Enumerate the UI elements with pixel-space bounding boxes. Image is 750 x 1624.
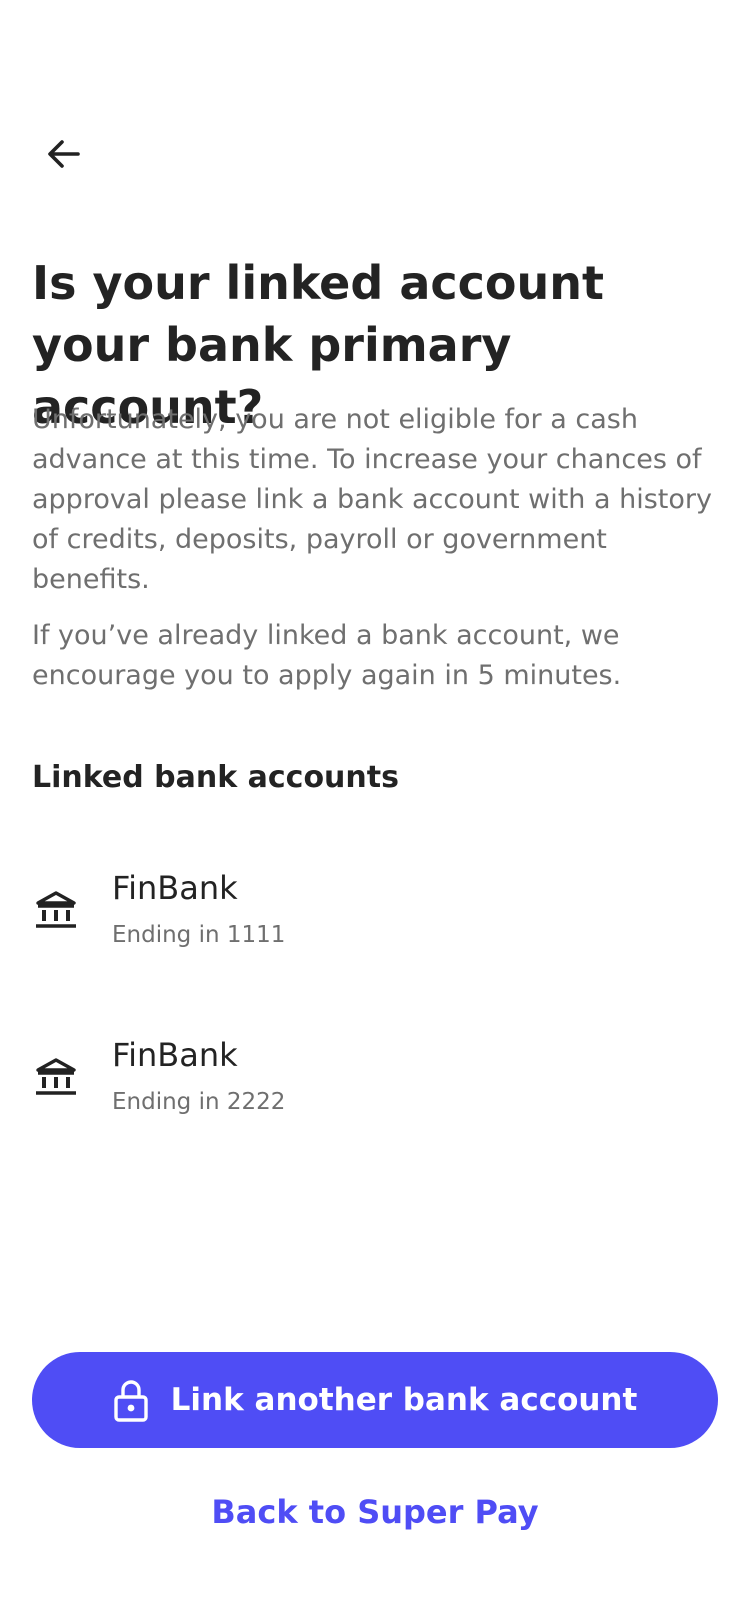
linked-accounts-heading: Linked bank accounts [32,760,399,795]
bank-icon [36,891,76,928]
back-to-super-pay-link[interactable]: Back to Super Pay [0,1490,750,1534]
linked-account-item: FinBank Ending in 1111 [32,868,712,968]
link-another-bank-button[interactable]: Link another bank account [32,1352,718,1448]
ineligible-description: Unfortunately, you are not eligible for … [32,404,712,595]
account-ending-digits: Ending in 1111 [112,922,286,948]
back-button[interactable] [36,126,92,182]
account-bank-name: FinBank [112,1036,238,1074]
account-bank-name: FinBank [112,869,238,907]
retry-description: If you’ve already linked a bank account,… [32,620,622,691]
bank-icon [36,1058,76,1095]
linked-account-item: FinBank Ending in 2222 [32,1035,712,1135]
link-another-bank-label: Link another bank account [170,1382,638,1418]
lock-icon [113,1380,148,1422]
arrow-left-icon [48,140,80,168]
account-ending-digits: Ending in 2222 [112,1089,286,1115]
